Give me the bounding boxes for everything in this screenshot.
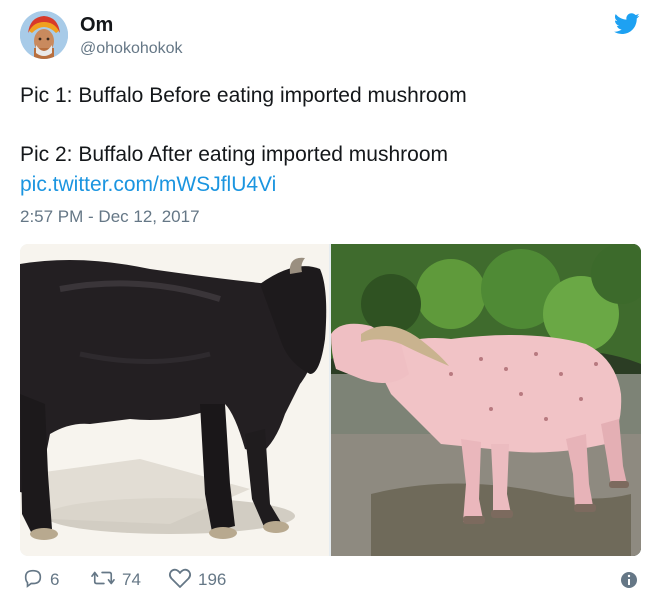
twitter-bird-icon[interactable]: [613, 13, 640, 35]
tweet-card: Om @ohokohokok Pic 1: Buffalo Before eat…: [0, 0, 662, 614]
retweet-icon: [90, 567, 122, 594]
avatar[interactable]: [20, 11, 68, 59]
reply-icon: [22, 567, 50, 594]
like-button[interactable]: 196: [168, 566, 226, 594]
heart-icon: [168, 567, 198, 594]
like-count: 196: [198, 570, 227, 589]
reply-count: 6: [50, 570, 60, 589]
retweet-button[interactable]: 74: [90, 566, 141, 594]
info-icon[interactable]: [620, 571, 638, 589]
user-handle[interactable]: @ohokohokok: [80, 39, 183, 59]
buffalo-before-image[interactable]: [20, 244, 329, 556]
timestamp[interactable]: 2:57 PM - Dec 12, 2017: [20, 206, 200, 228]
buffalo-after-image[interactable]: [331, 244, 641, 556]
media-grid[interactable]: [20, 244, 641, 556]
display-name[interactable]: Om: [80, 13, 113, 37]
tweet-text-line-1: Pic 1: Buffalo Before eating imported mu…: [20, 84, 467, 107]
reply-button[interactable]: 6: [22, 566, 59, 594]
retweet-count: 74: [122, 570, 141, 589]
media-link[interactable]: pic.twitter.com/mWSJflU4Vi: [20, 172, 276, 198]
tweet-actions: 6 74 196: [0, 566, 662, 594]
tweet-text-line-2: Pic 2: Buffalo After eating imported mus…: [20, 143, 448, 166]
